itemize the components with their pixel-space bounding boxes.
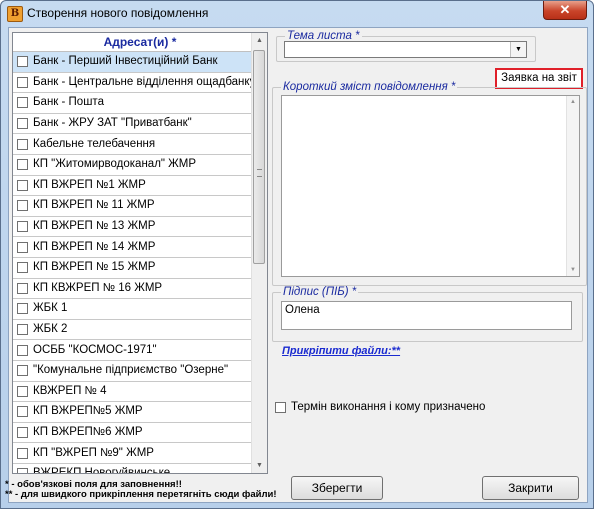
recipient-item[interactable]: КП ВЖРЕП№6 ЖМР — [13, 423, 253, 444]
recipient-label: Кабельне телебачення — [33, 137, 156, 150]
scroll-up-icon[interactable]: ▲ — [252, 33, 267, 48]
recipient-label: КП ВЖРЕП № 14 ЖМР — [33, 240, 156, 253]
scroll-down-icon[interactable]: ▼ — [567, 264, 579, 276]
recipient-checkbox[interactable] — [17, 262, 28, 274]
recipient-checkbox[interactable] — [17, 282, 28, 294]
chevron-down-icon[interactable]: ▼ — [510, 42, 526, 57]
footnotes: * - обов'язкові поля для заповнення!! **… — [5, 480, 277, 500]
recipient-checkbox[interactable] — [17, 385, 28, 397]
recipient-checkbox[interactable] — [17, 406, 28, 418]
recipient-checkbox[interactable] — [17, 76, 28, 88]
recipient-label: КП ВЖРЕП №1 ЖМР — [33, 178, 146, 191]
recipient-item[interactable]: КП ВЖРЕП № 15 ЖМР — [13, 258, 253, 279]
recipient-label: КП ВЖРЕП№5 ЖМР — [33, 405, 143, 418]
recipient-label: КП "ВЖРЕП №9" ЖМР — [33, 446, 154, 459]
recipient-label: ЖБК 2 — [33, 323, 68, 336]
recipient-item[interactable]: КП ВЖРЕП№5 ЖМР — [13, 402, 253, 423]
summary-label: Короткий зміст повідомлення * — [281, 81, 458, 93]
recipient-item[interactable]: Кабельне телебачення — [13, 134, 253, 155]
recipient-checkbox[interactable] — [17, 468, 28, 473]
dialog-body: Адресат(и) * Банк - Перший Інвестиційний… — [5, 27, 588, 503]
signature-input[interactable]: Олена — [281, 301, 572, 330]
recipient-checkbox[interactable] — [17, 200, 28, 212]
recipient-checkbox[interactable] — [17, 344, 28, 356]
recipient-item[interactable]: КП ВЖРЕП № 14 ЖМР — [13, 237, 253, 258]
recipient-item[interactable]: КП ВЖРЕП № 11 ЖМР — [13, 196, 253, 217]
close-button[interactable]: Закрити — [482, 476, 579, 500]
recipient-checkbox[interactable] — [17, 97, 28, 109]
recipient-checkbox[interactable] — [17, 324, 28, 336]
summary-group: Короткий зміст повідомлення * ▲ ▼ — [272, 81, 587, 286]
footnote-dragdrop: ** - для швидкого прикріплення перетягні… — [5, 489, 277, 500]
save-button[interactable]: Зберегти — [291, 476, 383, 500]
recipients-header: Адресат(и) * — [13, 33, 267, 52]
recipient-label: КП "Житомирводоканал" ЖМР — [33, 158, 197, 171]
recipient-item[interactable]: КП "Житомирводоканал" ЖМР — [13, 155, 253, 176]
recipients-scrollbar[interactable]: ▲ ▼ — [251, 33, 267, 473]
summary-textarea[interactable]: ▲ ▼ — [281, 95, 580, 277]
scroll-up-icon[interactable]: ▲ — [567, 96, 579, 108]
recipient-label: КП ВЖРЕП № 11 ЖМР — [33, 199, 155, 212]
term-checkbox[interactable] — [275, 401, 286, 413]
app-icon: B — [7, 6, 23, 22]
recipient-label: КВЖРЕП № 4 — [33, 384, 107, 397]
subject-group: Тема листа * ▼ — [276, 30, 536, 62]
recipient-label: Банк - Центральне відділення ощадбанку — [33, 75, 253, 88]
recipient-label: КП ВЖРЕП № 15 ЖМР — [33, 261, 156, 274]
recipient-item[interactable]: ЖБК 1 — [13, 299, 253, 320]
recipient-item[interactable]: ВЖРЕКП Новогуйвинське — [13, 464, 253, 473]
recipient-item[interactable]: ЖБК 2 — [13, 320, 253, 341]
recipient-checkbox[interactable] — [17, 118, 28, 130]
recipient-item[interactable]: КП "ВЖРЕП №9" ЖМР — [13, 443, 253, 464]
summary-scrollbar[interactable]: ▲ ▼ — [566, 96, 579, 276]
recipient-checkbox[interactable] — [17, 159, 28, 171]
recipient-item[interactable]: "Комунальне підприємство "Озерне" — [13, 361, 253, 382]
recipient-label: ЖБК 1 — [33, 302, 68, 315]
recipient-checkbox[interactable] — [17, 426, 28, 438]
recipient-label: КП ВЖРЕП № 13 ЖМР — [33, 220, 156, 233]
recipient-item[interactable]: Банк - Центральне відділення ощадбанку — [13, 73, 253, 94]
dialog-window: B Створення нового повідомлення ✕ Адреса… — [0, 0, 594, 509]
recipient-checkbox[interactable] — [17, 447, 28, 459]
signature-label: Підпис (ПІБ) * — [281, 286, 359, 298]
recipient-checkbox[interactable] — [17, 303, 28, 315]
recipient-checkbox[interactable] — [17, 179, 28, 191]
recipient-label: ОСББ "КОСМОС-1971" — [33, 343, 157, 356]
recipient-item[interactable]: КП ВЖРЕП № 13 ЖМР — [13, 217, 253, 238]
recipient-label: Банк - ЖРУ ЗАТ "Приватбанк" — [33, 117, 192, 130]
recipient-checkbox[interactable] — [17, 138, 28, 150]
subject-select[interactable]: ▼ — [284, 41, 527, 58]
scroll-down-icon[interactable]: ▼ — [252, 458, 267, 473]
recipient-item[interactable]: ОСББ "КОСМОС-1971" — [13, 340, 253, 361]
recipients-items: Банк - Перший Інвестиційний Банк Банк - Ц… — [13, 52, 253, 473]
close-icon[interactable]: ✕ — [543, 1, 587, 20]
recipient-item[interactable]: КВЖРЕП № 4 — [13, 382, 253, 403]
recipient-checkbox[interactable] — [17, 56, 28, 68]
recipient-checkbox[interactable] — [17, 241, 28, 253]
recipient-checkbox[interactable] — [17, 221, 28, 233]
request-report-button[interactable]: Заявка на звіт — [495, 68, 583, 89]
attach-files-link[interactable]: Прикріпити файли:** — [282, 345, 400, 357]
recipient-item[interactable]: Банк - Перший Інвестиційний Банк — [13, 52, 253, 73]
title-bar[interactable]: B Створення нового повідомлення ✕ — [1, 1, 593, 25]
recipients-list: Адресат(и) * Банк - Перший Інвестиційний… — [12, 32, 268, 474]
recipient-item[interactable]: КП ВЖРЕП №1 ЖМР — [13, 176, 253, 197]
recipient-item[interactable]: Банк - ЖРУ ЗАТ "Приватбанк" — [13, 114, 253, 135]
signature-group: Підпис (ПІБ) * Олена — [272, 286, 583, 342]
recipient-label: Банк - Пошта — [33, 96, 104, 109]
recipient-label: КП КВЖРЕП № 16 ЖМР — [33, 281, 163, 294]
recipient-item[interactable]: Банк - Пошта — [13, 93, 253, 114]
recipient-checkbox[interactable] — [17, 365, 28, 377]
recipient-label: ВЖРЕКП Новогуйвинське — [33, 464, 170, 473]
scroll-thumb[interactable] — [253, 50, 265, 264]
term-checkbox-label: Термін виконання і кому призначено — [291, 401, 486, 413]
window-title: Створення нового повідомлення — [27, 6, 209, 20]
term-checkbox-row[interactable]: Термін виконання і кому призначено — [275, 401, 485, 413]
recipient-label: "Комунальне підприємство "Озерне" — [33, 364, 229, 377]
recipient-item[interactable]: КП КВЖРЕП № 16 ЖМР — [13, 279, 253, 300]
recipient-label: Банк - Перший Інвестиційний Банк — [33, 55, 218, 68]
recipient-label: КП ВЖРЕП№6 ЖМР — [33, 425, 143, 438]
